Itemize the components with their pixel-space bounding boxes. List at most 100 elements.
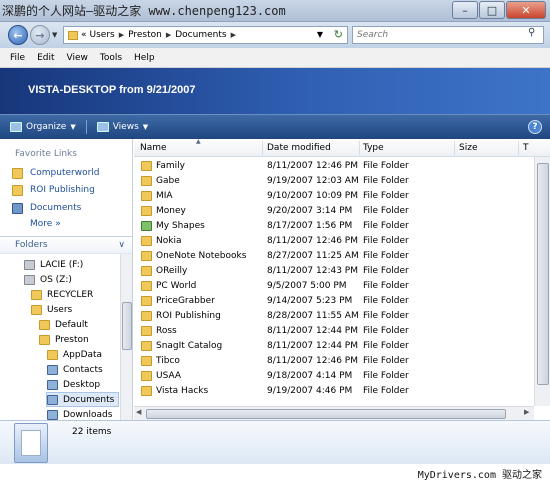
scrollbar-thumb[interactable] <box>146 409 506 419</box>
file-date: 8/27/2007 11:25 AM <box>267 251 359 261</box>
forward-button[interactable]: → <box>30 25 50 45</box>
back-button[interactable]: ← <box>8 25 28 45</box>
watermark-text: 深鹏的个人网站—驱动之家 www.chenpeng123.com <box>2 4 286 18</box>
help-button[interactable]: ? <box>528 120 542 134</box>
help-icon: ? <box>532 122 538 132</box>
tree-item-desktop[interactable]: Desktop <box>47 377 100 392</box>
file-name: ROI Publishing <box>156 311 221 321</box>
tree-item-lacie[interactable]: LACIE (F:) <box>24 257 83 272</box>
column-header-date-modified[interactable]: Date modified <box>267 143 331 153</box>
file-name: Family <box>156 161 185 171</box>
column-divider[interactable] <box>454 141 455 155</box>
address-dropdown-icon[interactable]: ▼ <box>317 30 323 39</box>
minimize-button[interactable]: – <box>452 1 478 19</box>
menu-tools[interactable]: Tools <box>100 53 122 63</box>
file-row[interactable]: USAA 9/18/2007 4:14 PM File Folder <box>134 369 534 384</box>
column-divider[interactable] <box>518 141 519 155</box>
file-row[interactable]: Vista Hacks 9/19/2007 4:46 PM File Folder <box>134 384 534 399</box>
file-row[interactable]: Tibco 8/11/2007 12:46 PM File Folder <box>134 354 534 369</box>
column-divider[interactable] <box>359 141 360 155</box>
column-header-size[interactable]: Size <box>459 143 477 153</box>
file-row[interactable]: SnagIt Catalog 8/11/2007 12:44 PM File Fol… <box>134 339 534 354</box>
file-date: 9/14/2007 5:23 PM <box>267 296 353 306</box>
breadcrumb-separator-icon[interactable]: ▶ <box>231 31 236 39</box>
folder-icon <box>141 281 152 291</box>
tree-item-preston[interactable]: Preston <box>39 332 89 347</box>
file-row[interactable]: ROI Publishing 8/28/2007 11:55 AM File Fol… <box>134 309 534 324</box>
organize-button[interactable]: Organize ▼ <box>10 122 76 132</box>
favorite-link-computerworld[interactable]: Computerworld <box>12 165 100 181</box>
file-row[interactable]: My Shapes 8/17/2007 1:56 PM File Folder <box>134 219 534 234</box>
file-row[interactable]: Nokia 8/11/2007 12:46 PM File Folder <box>134 234 534 249</box>
tree-item-documents[interactable]: Documents <box>46 392 120 407</box>
tree-item-recycler[interactable]: RECYCLER <box>31 287 93 302</box>
file-row[interactable]: PC World 9/5/2007 5:00 PM File Folder <box>134 279 534 294</box>
more-links-button[interactable]: More » <box>30 219 61 229</box>
file-row[interactable]: Family 8/11/2007 12:46 PM File Folder <box>134 159 534 174</box>
folder-icon <box>141 191 152 201</box>
tree-item-users[interactable]: Users <box>31 302 72 317</box>
folder-icon <box>31 289 42 300</box>
tree-item-default[interactable]: Default <box>39 317 88 332</box>
breadcrumb-separator-icon[interactable]: ▶ <box>166 31 171 39</box>
scroll-left-icon[interactable]: ◀ <box>136 408 141 416</box>
source-caption: MyDrivers.com 驱动之家 <box>417 470 542 480</box>
tree-item-downloads[interactable]: Downloads <box>47 407 112 420</box>
tree-item-label: Preston <box>55 334 89 345</box>
search-input[interactable] <box>352 26 544 44</box>
menu-edit[interactable]: Edit <box>37 53 54 63</box>
column-header-tags[interactable]: T <box>523 143 529 153</box>
folders-header[interactable]: Folders ∨ <box>0 236 132 254</box>
scrollbar-thumb[interactable] <box>122 302 132 350</box>
file-row[interactable]: Money 9/20/2007 3:14 PM File Folder <box>134 204 534 219</box>
favorite-link-roi-publishing[interactable]: ROI Publishing <box>12 182 95 198</box>
file-date: 8/11/2007 12:44 PM <box>267 326 358 336</box>
file-row[interactable]: MIA 9/10/2007 10:09 PM File Folder <box>134 189 534 204</box>
folder-icon <box>141 326 152 336</box>
file-date: 8/11/2007 12:46 PM <box>267 161 358 171</box>
file-row[interactable]: Ross 8/11/2007 12:44 PM File Folder <box>134 324 534 339</box>
tree-item-appdata[interactable]: AppData <box>47 347 102 362</box>
breadcrumb-separator-icon[interactable]: ▶ <box>119 31 124 39</box>
close-button[interactable]: ✕ <box>506 1 546 19</box>
file-row[interactable]: OneNote Notebooks 8/27/2007 11:25 AM File … <box>134 249 534 264</box>
caption-strip: MyDrivers.com 驱动之家 <box>0 464 550 480</box>
file-row[interactable]: Gabe 9/19/2007 12:03 AM File Folder <box>134 174 534 189</box>
scroll-right-icon[interactable]: ▶ <box>524 408 529 416</box>
menu-bar: File Edit View Tools Help <box>0 48 550 68</box>
file-name: Ross <box>156 326 177 336</box>
file-row[interactable]: PriceGrabber 9/14/2007 5:23 PM File Folder <box>134 294 534 309</box>
address-bar[interactable]: « Users ▶ Preston ▶ Documents ▶ ▼ ↻ <box>63 26 348 44</box>
search-icon[interactable]: ⚲ <box>528 27 535 38</box>
breadcrumb-documents[interactable]: Documents <box>175 30 226 40</box>
file-type: File Folder <box>363 311 409 321</box>
recent-pages-dropdown-icon[interactable]: ▼ <box>52 31 57 39</box>
folder-icon <box>141 176 152 186</box>
column-divider[interactable] <box>262 141 263 155</box>
menu-view[interactable]: View <box>67 53 88 63</box>
menu-file[interactable]: File <box>10 53 25 63</box>
tree-item-contacts[interactable]: Contacts <box>47 362 103 377</box>
breadcrumb-preston[interactable]: Preston <box>128 30 162 40</box>
favorite-link-documents[interactable]: Documents <box>12 200 81 216</box>
column-header-type[interactable]: Type <box>363 143 384 153</box>
maximize-button[interactable]: □ <box>479 1 505 19</box>
file-row[interactable]: OReilly 8/11/2007 12:43 PM File Folder <box>134 264 534 279</box>
file-list-vertical-scrollbar[interactable] <box>534 157 550 406</box>
navigation-scrollbar[interactable] <box>120 254 132 420</box>
views-button[interactable]: Views ▼ <box>96 122 148 132</box>
desktop-icon <box>47 379 58 390</box>
file-date: 9/19/2007 4:46 PM <box>267 386 353 396</box>
favorite-link-label: Computerworld <box>30 168 100 178</box>
chevron-down-icon: ▼ <box>70 123 76 131</box>
file-name: My Shapes <box>156 221 205 231</box>
scrollbar-thumb[interactable] <box>537 163 549 385</box>
column-header-name[interactable]: Name <box>140 143 167 153</box>
refresh-icon[interactable]: ↻ <box>334 28 343 41</box>
breadcrumb-users[interactable]: Users <box>90 30 115 40</box>
folder-icon <box>141 206 152 216</box>
address-overflow[interactable]: « <box>81 30 87 40</box>
file-list-horizontal-scrollbar[interactable]: ◀ ▶ <box>134 406 534 420</box>
menu-help[interactable]: Help <box>134 53 155 63</box>
tree-item-os-drive[interactable]: OS (Z:) <box>24 272 72 287</box>
